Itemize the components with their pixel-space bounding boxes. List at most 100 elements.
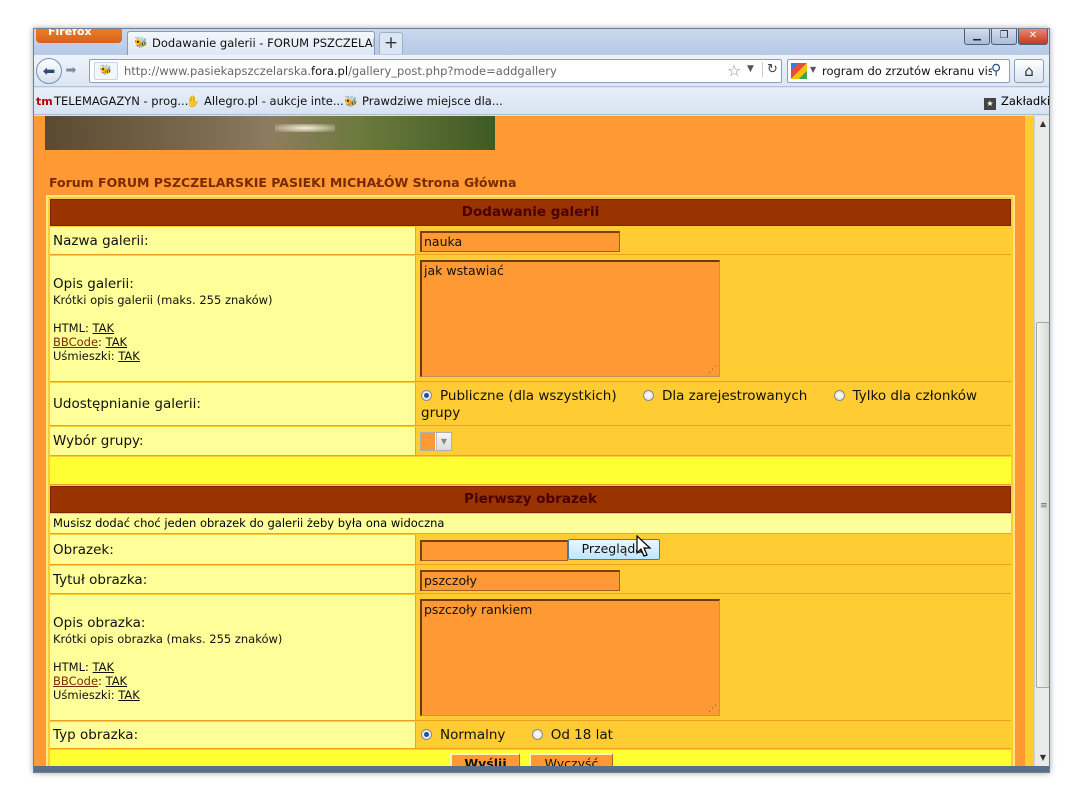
image-description-text: pszczoły rankiem [424,602,533,617]
search-bar[interactable]: ▼ rogram do zrzutów ekranu vista ⚲ [787,59,1010,83]
image-description-cell: pszczoły rankiem ⋰ [417,595,1011,720]
url-domain: fora.pl [311,64,349,78]
image-section-title: Pierwszy obrazek [464,491,597,507]
home-button[interactable]: ⌂ [1014,59,1044,83]
smilies-status: Uśmieszki: TAK [53,688,140,702]
share-registered-option[interactable]: Dla zarejestrowanych [642,388,807,404]
gallery-name-row: Nazwa galerii: nauka [50,227,1011,255]
tab-active[interactable]: 🐝 Dodawanie galerii - FORUM PSZCZELAR... [127,31,375,55]
site-identity-icon[interactable]: 🐝 [94,62,118,80]
url-text[interactable]: http://www.pasiekapszczelarska.fora.pl/g… [124,64,557,78]
firefox-menu-button[interactable]: Firefox [36,29,122,43]
gallery-description-textarea[interactable]: jak wstawiać ⋰ [420,260,720,377]
group-select[interactable]: ▼ [420,432,452,451]
search-icon[interactable]: ⚲ [991,62,1001,78]
close-window-button[interactable]: ✕ [1018,29,1048,45]
image-file-row: Obrazek: Przeglądaj [50,535,1011,565]
html-status-link[interactable]: TAK [93,321,115,335]
search-input[interactable]: rogram do zrzutów ekranu vista [822,64,992,78]
image-description-row: Opis obrazka: Krótki opis obrazka (maks.… [50,595,1011,721]
maximize-button[interactable]: ❐ [991,29,1017,45]
resize-grip-icon[interactable]: ⋰ [708,704,717,714]
image-title-input[interactable]: pszczoły [420,570,620,591]
radio-icon[interactable] [642,390,654,401]
image-title-cell: pszczoły [417,566,1011,593]
type-adult-option[interactable]: Od 18 lat [531,727,613,743]
scroll-down-arrow-icon[interactable]: ▼ [1035,750,1049,766]
radio-icon[interactable] [833,390,845,401]
bbcode-status: BBCode: TAK [53,335,128,349]
forward-button[interactable]: ➡ [61,61,81,81]
share-public-option[interactable]: Publiczne (dla wszystkich) [421,388,617,404]
image-title-label: Tytuł obrazka: [50,566,416,593]
bookmark-telemagazyn[interactable]: tmTELEMAGAZYN - prog... [36,94,188,108]
image-section-header: Pierwszy obrazek [50,486,1011,513]
back-button[interactable]: ⬅ [36,58,62,84]
bbcode-link[interactable]: BBCode [53,674,98,688]
share-members-option[interactable]: Tylko dla członków [833,388,978,404]
radio-selected-icon[interactable] [421,729,432,740]
bee-icon: 🐝 [344,95,358,108]
image-title-row: Tytuł obrazka: pszczoły [50,566,1011,594]
section-spacer [50,457,1011,485]
radio-selected-icon[interactable] [421,390,432,401]
smilies-label: Uśmieszki: [53,349,115,363]
bbcode-status-link[interactable]: TAK [106,674,128,688]
bookmark-allegro[interactable]: ✋ Allegro.pl - aukcje inte... [186,94,344,108]
smilies-label: Uśmieszki: [53,688,115,702]
image-type-label: Typ obrazka: [50,722,416,748]
image-description-textarea[interactable]: pszczoły rankiem ⋰ [420,599,720,716]
address-bar[interactable]: 🐝 http://www.pasiekapszczelarska.fora.pl… [89,59,782,83]
bookmark-prawdziwe-miejsce[interactable]: 🐝 Prawdziwe miejsce dla... [344,94,503,108]
home-icon: ⌂ [1024,62,1034,80]
vertical-scrollbar[interactable]: ▲ ≡ ▼ [1034,116,1049,766]
image-type-row: Typ obrazka: Normalny Od 18 lat [50,722,1011,749]
url-history-dropdown-icon[interactable]: ▼ [747,64,754,74]
smilies-status-link[interactable]: TAK [118,688,140,702]
scroll-up-arrow-icon[interactable]: ▲ [1035,116,1049,132]
share-public-label: Publiczne (dla wszystkich) [440,388,617,404]
google-engine-icon[interactable] [791,63,807,79]
bookmarks-toolbar: tmTELEMAGAZYN - prog... ✋ Allegro.pl - au… [34,88,1049,115]
new-tab-button[interactable]: + [379,32,403,54]
reset-button[interactable]: Wyczyść [529,753,613,766]
scrollbar-thumb[interactable]: ≡ [1036,322,1049,688]
bbcode-status-link[interactable]: TAK [106,335,128,349]
forum-breadcrumb[interactable]: Forum FORUM PSZCZELARSKIE PASIEKI MICHAŁ… [49,175,516,190]
engine-dropdown-icon[interactable]: ▼ [810,65,816,74]
bbcode-link[interactable]: BBCode [53,335,98,349]
html-status: HTML: TAK [53,660,114,674]
mouse-pointer-icon [636,535,652,557]
bookmark-star-icon[interactable]: ☆ [727,61,741,80]
image-description-label: Opis obrazka: [53,615,146,631]
submit-button[interactable]: Wyślij [450,753,520,766]
bookmarks-menu[interactable]: ★ Zakładki [984,94,1049,110]
bee-favicon-icon: 🐝 [134,36,148,49]
type-normal-option[interactable]: Normalny [421,727,505,743]
reload-icon[interactable]: ↻ [762,62,778,77]
bookmarks-folder-icon: ★ [984,98,996,110]
radio-icon[interactable] [531,729,543,740]
group-select-label: Wybór grupy: [50,427,416,455]
image-file-cell: Przeglądaj [417,535,1011,564]
page-right-border [1025,116,1034,766]
html-status-link[interactable]: TAK [93,660,115,674]
gallery-name-label: Nazwa galerii: [50,227,416,254]
image-file-input[interactable] [420,540,568,561]
gallery-section-title: Dodawanie galerii [461,204,600,220]
chevron-down-icon[interactable]: ▼ [436,433,451,450]
html-label: HTML: [53,660,89,674]
share-members-label: Tylko dla członków [852,388,978,404]
navigation-toolbar: ⬅ ➡ 🐝 http://www.pasiekapszczelarska.for… [34,55,1049,87]
image-description-hint: Krótki opis obrazka (maks. 255 znaków) [53,632,283,646]
gallery-section-header: Dodawanie galerii [50,199,1011,226]
gallery-description-hint: Krótki opis galerii (maks. 255 znaków) [53,293,273,307]
back-arrow-icon: ⬅ [42,62,56,80]
bookmark-label: Prawdziwe miejsce dla... [362,94,503,108]
sharing-options: Publiczne (dla wszystkich) Dla zarejestr… [421,388,1011,422]
minimize-button[interactable]: ▁ [964,29,990,45]
gallery-name-input[interactable]: nauka [420,231,620,252]
smilies-status-link[interactable]: TAK [118,349,140,363]
resize-grip-icon[interactable]: ⋰ [708,365,717,375]
bookmark-label: Allegro.pl - aukcje inte... [204,94,344,108]
